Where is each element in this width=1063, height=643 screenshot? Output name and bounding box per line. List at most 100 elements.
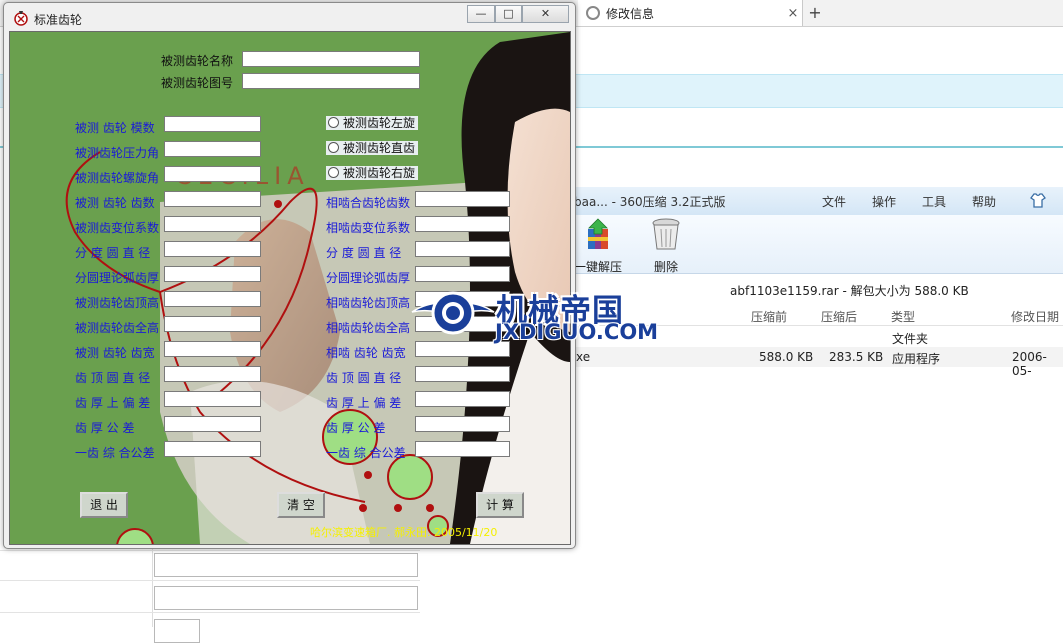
left-label-1: 被测 齿轮 模数 [75, 121, 155, 135]
list-item[interactable]: xe 588.0 KB 283.5 KB 应用程序 2006-05- [570, 347, 1063, 378]
composite-tolerance-input[interactable] [164, 441, 261, 457]
col-date[interactable]: 修改日期 [1011, 308, 1059, 325]
radio-left-hand[interactable]: 被测齿轮左旋 [326, 116, 419, 130]
row-date: 2006-05- [1012, 350, 1047, 378]
col-type[interactable]: 类型 [891, 308, 915, 325]
form-input[interactable] [154, 553, 418, 577]
left-label-9: 被测齿轮齿全高 [75, 321, 160, 335]
gear-drawing-input[interactable] [242, 73, 420, 89]
maximize-button[interactable]: □ [495, 5, 522, 23]
tip-diameter-input[interactable] [164, 366, 261, 382]
zip-menu-operate[interactable]: 操作 [872, 193, 896, 210]
module-input[interactable] [164, 116, 261, 132]
right-label-7: 相啮 齿轮 齿宽 [326, 346, 406, 360]
helix-angle-input[interactable] [164, 166, 261, 182]
right-label-1: 相啮合齿轮齿数 [326, 196, 411, 210]
thickness-tolerance-input[interactable] [164, 416, 261, 432]
close-button[interactable]: ✕ [522, 5, 569, 23]
gear-drawing-label: 被测齿轮图号 [161, 76, 234, 90]
mate-tooth-count-input[interactable] [415, 191, 510, 207]
col-after[interactable]: 压缩后 [821, 308, 857, 325]
form-label-column [0, 540, 153, 627]
tooth-count-input[interactable] [164, 191, 261, 207]
left-label-14: 一齿 综 合公差 [75, 446, 155, 460]
new-tab-button[interactable]: + [804, 2, 826, 24]
row-name: xe [576, 350, 591, 364]
mate-tip-diameter-input[interactable] [415, 366, 510, 382]
radio-icon [328, 167, 339, 178]
mate-upper-deviation-input[interactable] [415, 391, 510, 407]
form-rule [0, 550, 420, 551]
zip-menu-help[interactable]: 帮助 [972, 193, 996, 210]
shirt-icon[interactable] [1030, 192, 1046, 208]
col-before[interactable]: 压缩前 [751, 308, 787, 325]
radio-icon [328, 142, 339, 153]
minimize-button[interactable]: — [467, 5, 495, 23]
zip-toolbar: 一键解压 删除 [570, 215, 1063, 274]
trash-icon [652, 218, 680, 250]
mate-pitch-diameter-input[interactable] [415, 241, 510, 257]
gear-dialog: 标准齿轮 — □ ✕ 被测齿轮名称 被测齿轮图号 被测 齿轮 模数 被测齿轮压力… [3, 2, 576, 549]
right-label-4: 分圆理论弧齿厚 [326, 271, 411, 285]
pitch-diameter-input[interactable] [164, 241, 261, 257]
zip-path-bar: abf1103e1159.rar - 解包大小为 588.0 KB [570, 279, 1063, 299]
row-after: 283.5 KB [829, 350, 884, 364]
clear-button[interactable]: 清 空 [277, 492, 325, 518]
arc-thickness-input[interactable] [164, 266, 261, 282]
browser-tab-edit-info[interactable]: 修改信息 × [578, 0, 803, 26]
zip-menu-tools[interactable]: 工具 [922, 193, 946, 210]
radio-label: 被测齿轮直齿 [343, 141, 416, 155]
delete-label: 删除 [653, 260, 678, 274]
delete-button[interactable]: 删除 [634, 217, 698, 275]
radio-spur[interactable]: 被测齿轮直齿 [326, 141, 419, 155]
left-label-3: 被测齿轮螺旋角 [75, 171, 160, 185]
zip-window: baa... - 360压缩 3.2正式版 文件 操作 工具 帮助 一键解压 删… [570, 187, 1063, 378]
right-label-2: 相啮齿变位系数 [326, 221, 411, 235]
left-label-2: 被测齿轮压力角 [75, 146, 160, 160]
app-icon [14, 11, 28, 26]
left-label-5: 被测齿变位系数 [75, 221, 160, 235]
radio-right-hand[interactable]: 被测齿轮右旋 [326, 166, 419, 180]
addendum-input[interactable] [164, 291, 261, 307]
gear-icon [586, 6, 600, 20]
row-type: 文件夹 [892, 332, 929, 346]
right-label-8: 齿 顶 圆 直 径 [326, 371, 402, 385]
row-before: 588.0 KB [759, 350, 814, 364]
zip-path-text: abf1103e1159.rar - 解包大小为 588.0 KB [730, 284, 969, 298]
tab-close-icon[interactable]: × [784, 6, 802, 21]
zip-title: baa... - 360压缩 3.2正式版 [574, 195, 726, 209]
whole-depth-input[interactable] [164, 316, 261, 332]
form-rule [0, 612, 420, 613]
extract-icon [588, 218, 608, 249]
form-input[interactable] [154, 586, 418, 610]
upper-deviation-input[interactable] [164, 391, 261, 407]
left-label-11: 齿 顶 圆 直 径 [75, 371, 151, 385]
pressure-angle-input[interactable] [164, 141, 261, 157]
gear-name-input[interactable] [242, 51, 420, 67]
face-width-input[interactable] [164, 341, 261, 357]
left-label-13: 齿 厚 公 差 [75, 421, 135, 435]
gear-name-label: 被测齿轮名称 [161, 54, 234, 68]
shift-coef-input[interactable] [164, 216, 261, 232]
left-label-12: 齿 厚 上 偏 差 [75, 396, 151, 410]
left-label-6: 分 度 圆 直 径 [75, 246, 151, 260]
mate-thickness-tolerance-input[interactable] [415, 416, 510, 432]
radio-label: 被测齿轮右旋 [343, 166, 416, 180]
zip-titlebar: baa... - 360压缩 3.2正式版 文件 操作 工具 帮助 [570, 187, 1063, 216]
mate-shift-coef-input[interactable] [415, 216, 510, 232]
right-label-11: 一齿 综 合公差 [326, 446, 406, 460]
left-label-8: 被测齿轮齿顶高 [75, 296, 160, 310]
zip-menu-file[interactable]: 文件 [822, 193, 846, 210]
right-label-5: 相啮齿轮齿顶高 [326, 296, 411, 310]
mate-arc-thickness-input[interactable] [415, 266, 510, 282]
tab-title: 修改信息 [606, 6, 655, 21]
radio-icon [328, 117, 339, 128]
calculate-button[interactable]: 计 算 [476, 492, 524, 518]
mate-composite-tolerance-input[interactable] [415, 441, 510, 457]
form-input[interactable] [154, 619, 200, 643]
radio-label: 被测齿轮左旋 [343, 116, 416, 130]
row-type: 应用程序 [892, 352, 941, 366]
left-label-4: 被测 齿轮 齿数 [75, 196, 155, 210]
right-label-6: 相啮齿轮齿全高 [326, 321, 411, 335]
exit-button[interactable]: 退 出 [80, 492, 128, 518]
